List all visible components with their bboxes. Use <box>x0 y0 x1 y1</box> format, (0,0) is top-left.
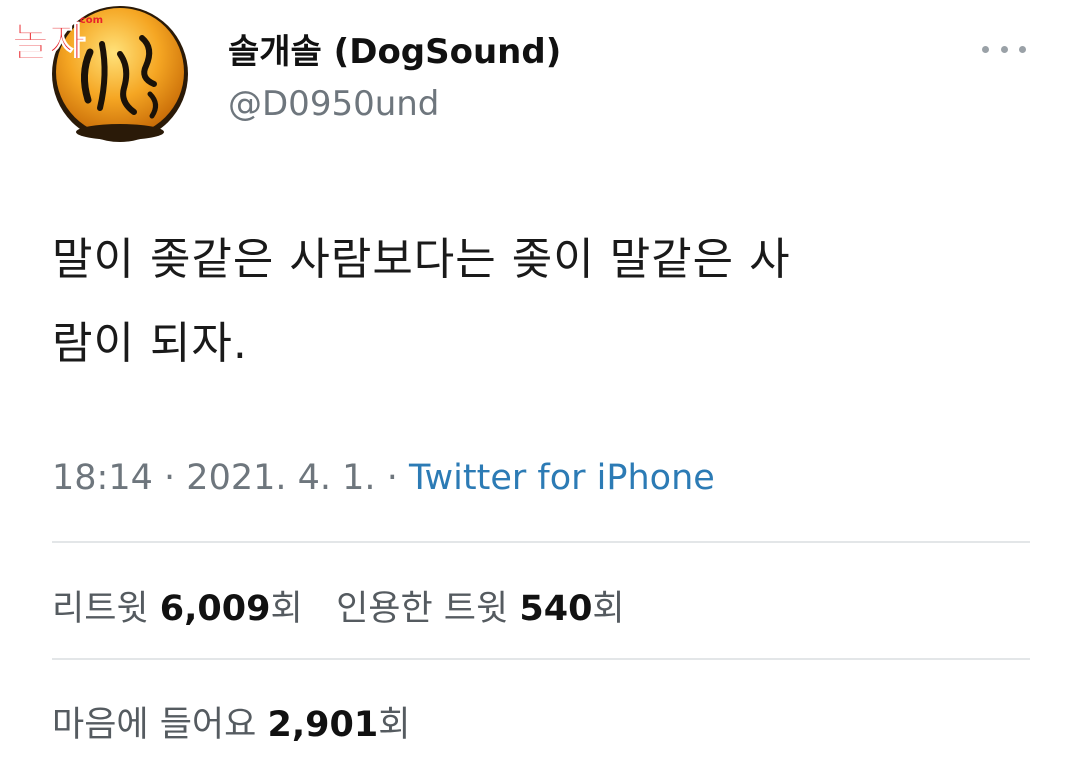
tweet-time[interactable]: 18:14 <box>52 458 153 498</box>
tweet-text-line-1: 말이 좆같은 사람보다는 좆이 말같은 사 <box>52 234 791 285</box>
likes-unit: 회 <box>378 705 411 745</box>
engagement-stats: 리트윗 6,009회 인용한 트윗 540회 <box>52 580 625 631</box>
divider <box>52 658 1030 660</box>
dot <box>1019 45 1026 53</box>
display-name[interactable]: 솔개솔 (DogSound) <box>228 24 561 73</box>
retweets-unit: 회 <box>270 589 303 629</box>
tweet-date[interactable]: 2021. 4. 1. <box>186 458 375 498</box>
tweet-source-link[interactable]: Twitter for iPhone <box>409 458 715 498</box>
user-handle[interactable]: @D0950und <box>228 84 439 124</box>
quotes-label: 인용한 트윗 <box>336 589 509 629</box>
tweet-text: 말이 좆같은 사람보다는 좆이 말같은 사 람이 되자. <box>52 218 1012 386</box>
divider <box>52 541 1030 543</box>
retweets-label: 리트윗 <box>52 589 149 629</box>
meta-separator: · <box>386 458 398 498</box>
likes-count: 2,901 <box>267 705 379 745</box>
retweets-stat[interactable]: 리트윗 6,009회 <box>52 589 314 629</box>
likes-label: 마음에 들어요 <box>52 705 257 745</box>
tweet-meta: 18:14 · 2021. 4. 1. · Twitter for iPhone <box>52 458 715 498</box>
watermark-logo: .com 놀자 <box>10 12 140 67</box>
likes-stat[interactable]: 마음에 들어요 2,901회 <box>52 705 410 745</box>
retweets-count: 6,009 <box>159 589 271 629</box>
meta-separator: · <box>164 458 176 498</box>
tweet-text-line-2: 람이 되자. <box>52 318 248 369</box>
watermark-text: 놀자 <box>12 20 86 58</box>
quotes-stat[interactable]: 인용한 트윗 540회 <box>336 589 625 629</box>
quotes-count: 540 <box>519 589 593 629</box>
quotes-unit: 회 <box>592 589 625 629</box>
more-options-icon[interactable] <box>982 34 1026 64</box>
dot <box>1000 45 1008 53</box>
dot <box>982 45 989 53</box>
likes-stats: 마음에 들어요 2,901회 <box>52 696 410 747</box>
